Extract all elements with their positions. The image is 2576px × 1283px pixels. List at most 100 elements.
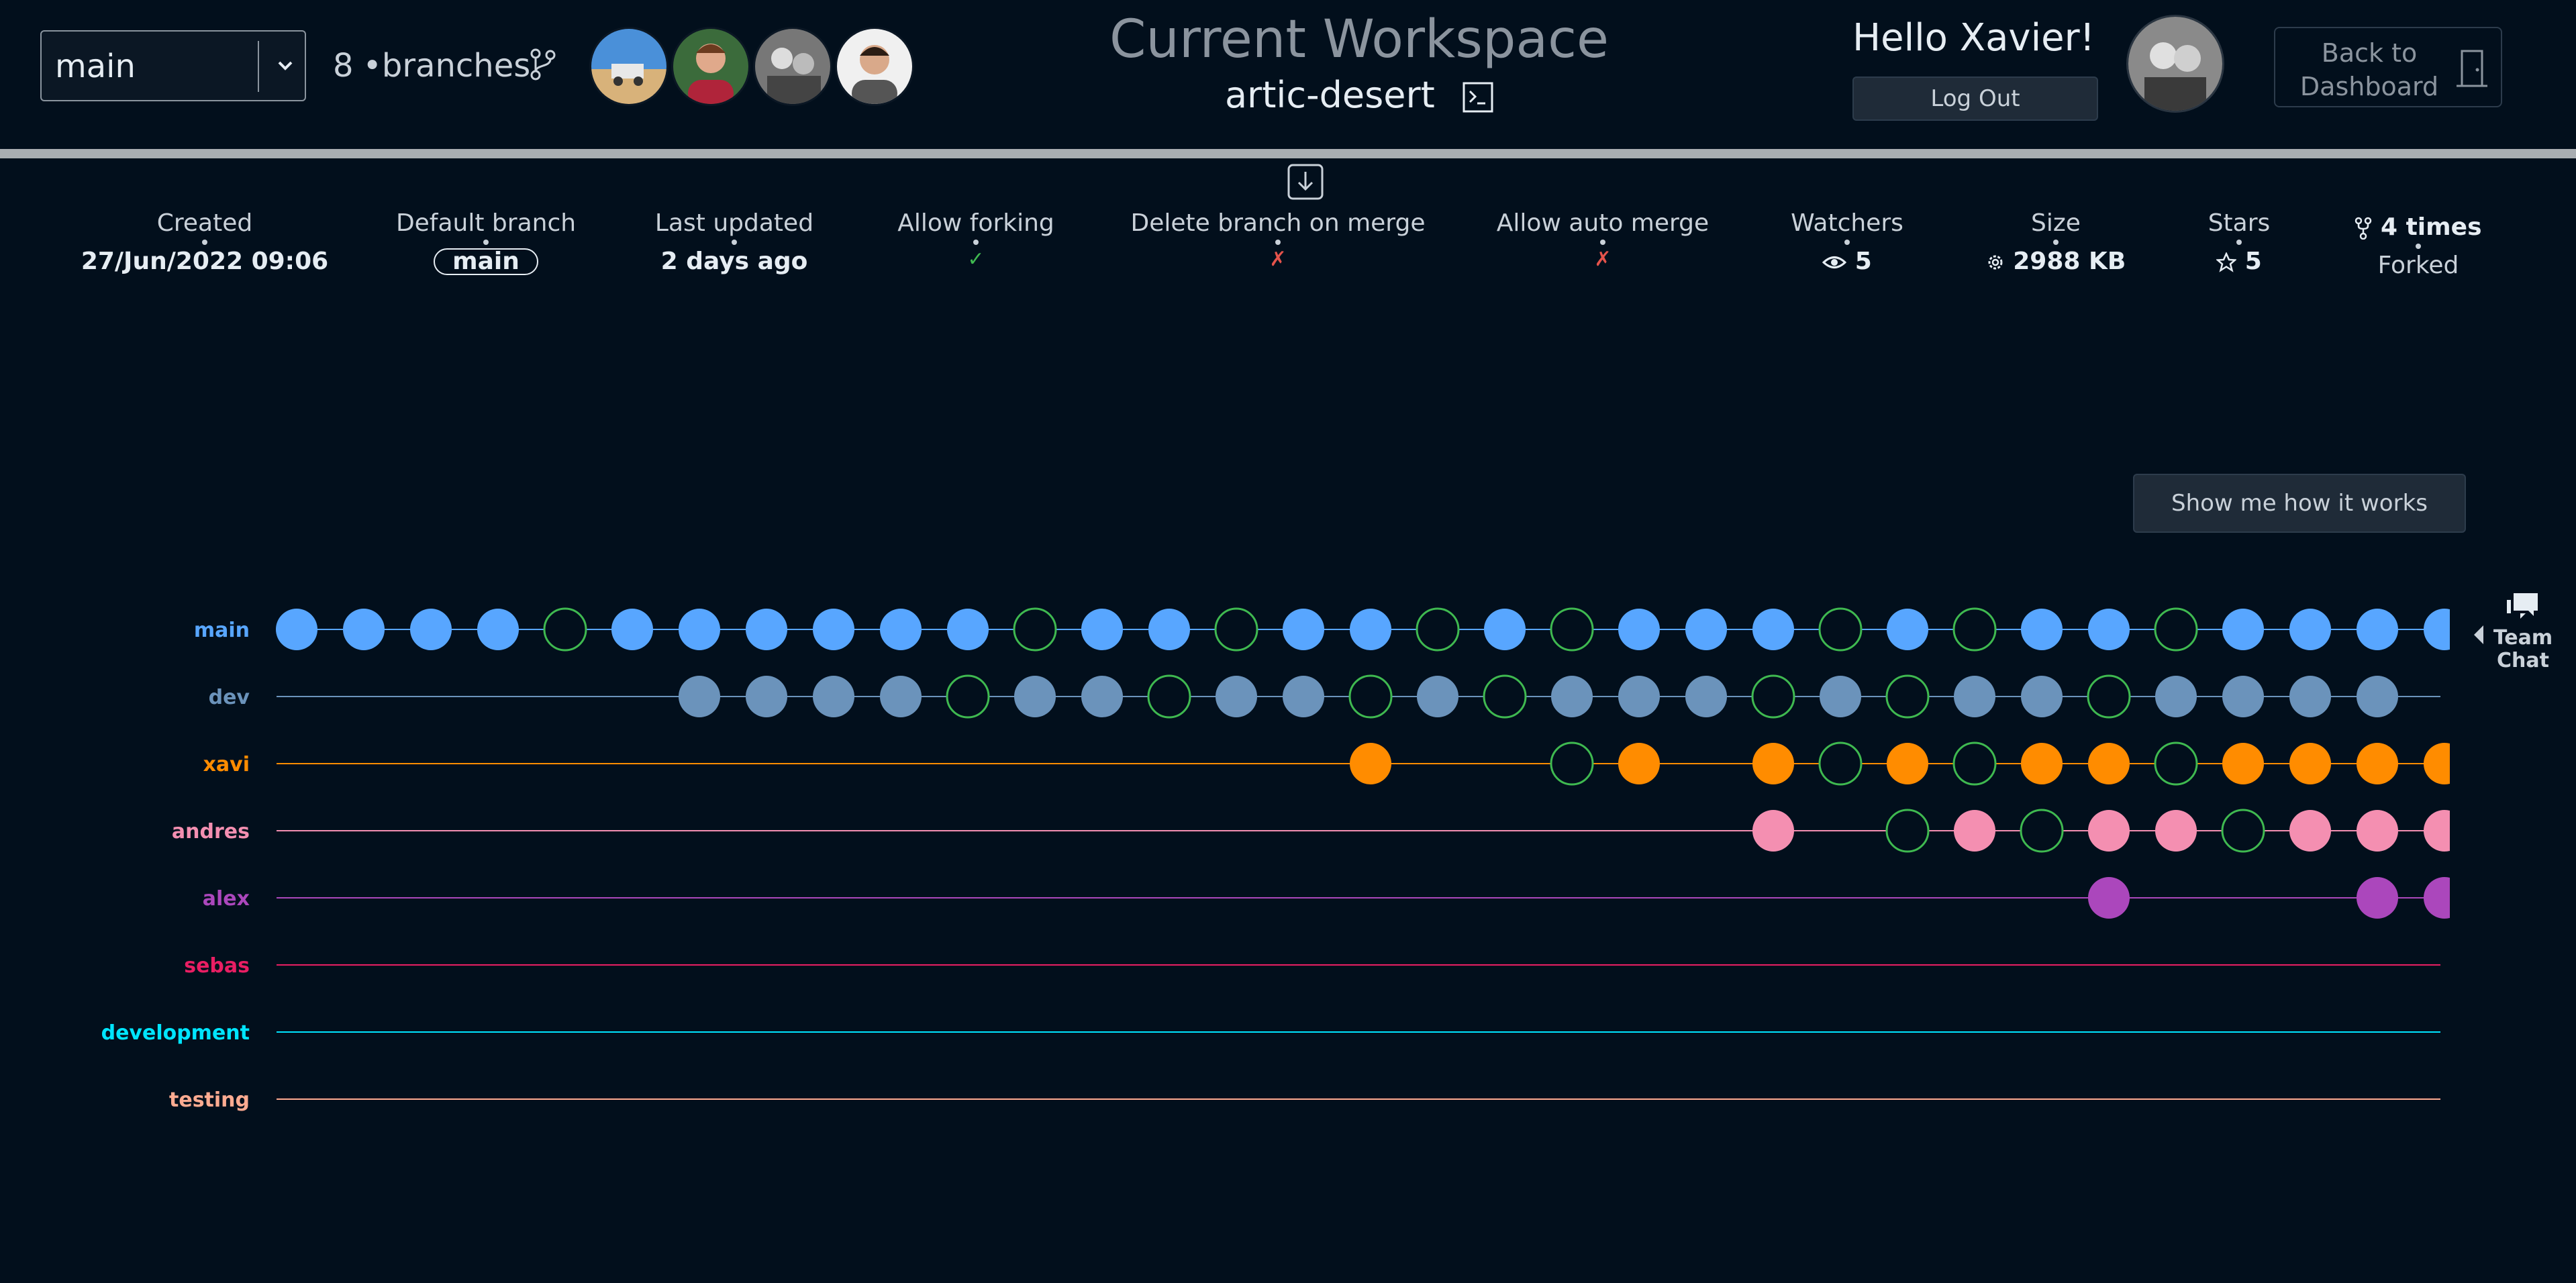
commit-node[interactable] bbox=[2424, 609, 2450, 650]
commit-node[interactable] bbox=[1685, 609, 1727, 650]
commit-node[interactable] bbox=[2424, 877, 2450, 919]
branch-label-xavi[interactable]: xavi bbox=[203, 753, 250, 776]
commit-node[interactable] bbox=[276, 609, 317, 650]
commit-node[interactable] bbox=[1618, 676, 1660, 717]
commit-node[interactable] bbox=[1954, 810, 1995, 852]
commit-node[interactable] bbox=[1618, 609, 1660, 650]
avatar[interactable] bbox=[589, 27, 668, 106]
branch-label-alex[interactable]: alex bbox=[203, 887, 250, 911]
merge-commit-node[interactable] bbox=[2020, 809, 2064, 853]
merge-commit-node[interactable] bbox=[1952, 741, 1997, 786]
merge-commit-node[interactable] bbox=[1885, 809, 1930, 853]
commit-node[interactable] bbox=[2289, 609, 2331, 650]
merge-commit-node[interactable] bbox=[543, 607, 587, 652]
commit-graph[interactable]: main dev xavi andres alex sebas development tes… bbox=[0, 577, 2450, 1114]
commit-node[interactable] bbox=[1887, 609, 1928, 650]
branch-label-andres[interactable]: andres bbox=[172, 820, 250, 843]
commit-node[interactable] bbox=[2357, 810, 2398, 852]
commit-node[interactable] bbox=[813, 676, 854, 717]
merge-commit-node[interactable] bbox=[1818, 741, 1863, 786]
branch-label-main[interactable]: main bbox=[194, 619, 250, 642]
commit-node[interactable] bbox=[1954, 676, 1995, 717]
download-icon[interactable] bbox=[1287, 164, 1324, 200]
commit-node[interactable] bbox=[1350, 609, 1391, 650]
merge-commit-node[interactable] bbox=[1348, 674, 1393, 719]
default-branch-pill[interactable]: main bbox=[434, 248, 538, 275]
commit-node[interactable] bbox=[2155, 676, 2197, 717]
branch-select[interactable]: main bbox=[40, 30, 306, 101]
commit-node[interactable] bbox=[2424, 810, 2450, 852]
team-chat-toggle[interactable]: Team Chat bbox=[2470, 591, 2576, 672]
commit-node[interactable] bbox=[1752, 609, 1794, 650]
commit-node[interactable] bbox=[1081, 676, 1123, 717]
show-me-how-button[interactable]: Show me how it works bbox=[2133, 474, 2466, 533]
merge-commit-node[interactable] bbox=[2154, 741, 2198, 786]
commit-node[interactable] bbox=[880, 676, 922, 717]
avatar[interactable] bbox=[835, 27, 914, 106]
branch-label-testing[interactable]: testing bbox=[169, 1088, 250, 1112]
commit-node[interactable] bbox=[1887, 743, 1928, 784]
commit-node[interactable] bbox=[1618, 743, 1660, 784]
commit-node[interactable] bbox=[1685, 676, 1727, 717]
branch-label-development[interactable]: development bbox=[101, 1021, 250, 1045]
commit-node[interactable] bbox=[2289, 810, 2331, 852]
commit-node[interactable] bbox=[2088, 877, 2130, 919]
commit-node[interactable] bbox=[2289, 676, 2331, 717]
commit-node[interactable] bbox=[477, 609, 519, 650]
merge-commit-node[interactable] bbox=[1550, 741, 1594, 786]
commit-node[interactable] bbox=[2289, 743, 2331, 784]
commit-node[interactable] bbox=[2021, 743, 2063, 784]
merge-commit-node[interactable] bbox=[1952, 607, 1997, 652]
commit-node[interactable] bbox=[1283, 609, 1324, 650]
commit-node[interactable] bbox=[2357, 676, 2398, 717]
merge-commit-node[interactable] bbox=[1885, 674, 1930, 719]
terminal-icon[interactable] bbox=[1463, 82, 1493, 113]
commit-node[interactable] bbox=[2021, 609, 2063, 650]
commit-node[interactable] bbox=[611, 609, 653, 650]
commit-node[interactable] bbox=[1551, 676, 1593, 717]
commit-node[interactable] bbox=[1484, 609, 1526, 650]
commit-node[interactable] bbox=[2155, 810, 2197, 852]
logout-button[interactable]: Log Out bbox=[1852, 76, 2098, 121]
merge-commit-node[interactable] bbox=[2221, 809, 2265, 853]
commit-node[interactable] bbox=[2088, 810, 2130, 852]
commit-node[interactable] bbox=[947, 609, 989, 650]
commit-node[interactable] bbox=[2088, 609, 2130, 650]
merge-commit-node[interactable] bbox=[1818, 607, 1863, 652]
commit-node[interactable] bbox=[2021, 676, 2063, 717]
user-avatar[interactable] bbox=[2126, 15, 2224, 113]
commit-node[interactable] bbox=[1820, 676, 1861, 717]
merge-commit-node[interactable] bbox=[1550, 607, 1594, 652]
commit-node[interactable] bbox=[1014, 676, 1056, 717]
commit-node[interactable] bbox=[410, 609, 452, 650]
commit-node[interactable] bbox=[2424, 743, 2450, 784]
commit-node[interactable] bbox=[1417, 676, 1458, 717]
commit-node[interactable] bbox=[343, 609, 385, 650]
commit-node[interactable] bbox=[2357, 609, 2398, 650]
merge-commit-node[interactable] bbox=[1214, 607, 1258, 652]
commit-node[interactable] bbox=[2357, 877, 2398, 919]
commit-node[interactable] bbox=[679, 676, 720, 717]
avatar[interactable] bbox=[753, 27, 832, 106]
commit-node[interactable] bbox=[880, 609, 922, 650]
commit-node[interactable] bbox=[746, 609, 787, 650]
commit-node[interactable] bbox=[813, 609, 854, 650]
chevron-down-icon[interactable] bbox=[268, 49, 302, 83]
back-to-dashboard-button[interactable]: Back to Dashboard bbox=[2274, 27, 2502, 107]
avatar[interactable] bbox=[671, 27, 750, 106]
commit-node[interactable] bbox=[2222, 743, 2264, 784]
branch-label-dev[interactable]: dev bbox=[209, 686, 250, 709]
commit-node[interactable] bbox=[1148, 609, 1190, 650]
commit-node[interactable] bbox=[2222, 609, 2264, 650]
commit-node[interactable] bbox=[1216, 676, 1257, 717]
commit-node[interactable] bbox=[2357, 743, 2398, 784]
merge-commit-node[interactable] bbox=[1416, 607, 1460, 652]
merge-commit-node[interactable] bbox=[2087, 674, 2131, 719]
merge-commit-node[interactable] bbox=[1147, 674, 1191, 719]
merge-commit-node[interactable] bbox=[2154, 607, 2198, 652]
merge-commit-node[interactable] bbox=[946, 674, 990, 719]
branch-label-sebas[interactable]: sebas bbox=[184, 954, 250, 978]
merge-commit-node[interactable] bbox=[1013, 607, 1057, 652]
commit-node[interactable] bbox=[1752, 743, 1794, 784]
commit-node[interactable] bbox=[2088, 743, 2130, 784]
